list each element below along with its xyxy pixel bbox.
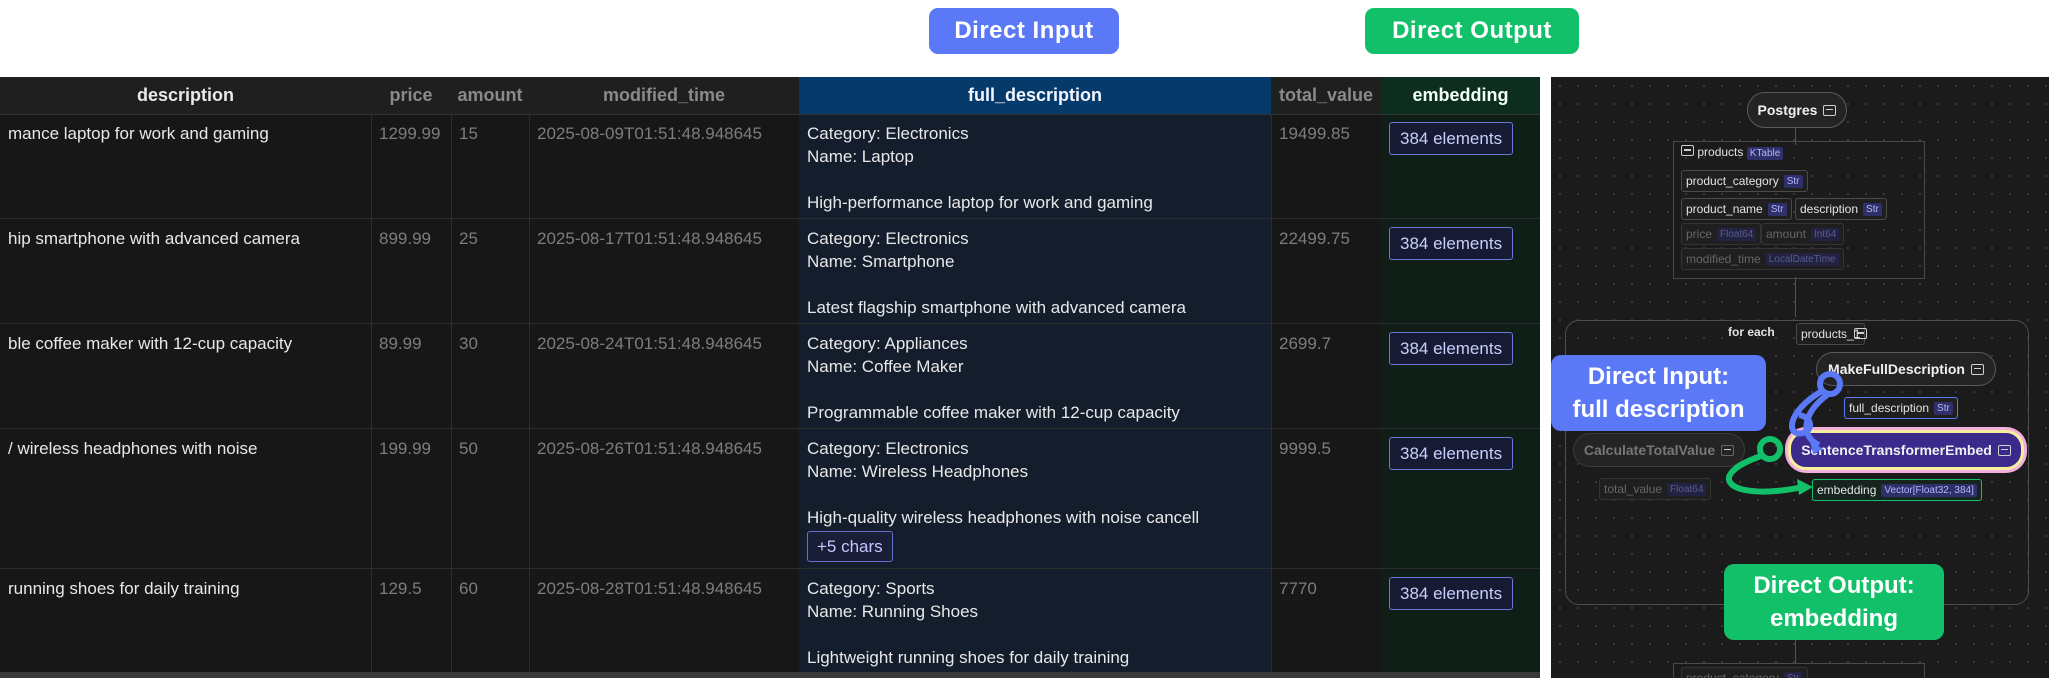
embedding-badge[interactable]: 384 elements bbox=[1389, 332, 1514, 365]
table-cell[interactable]: 2025-08-26T01:51:48.948645 bbox=[529, 429, 799, 569]
expand-chars-button[interactable]: +5 chars bbox=[807, 531, 893, 562]
table-cell[interactable]: running shoes for daily training bbox=[0, 569, 371, 678]
table-cell[interactable]: Category: Appliances Name: Coffee Maker … bbox=[799, 324, 1271, 429]
header-price[interactable]: price bbox=[371, 77, 451, 115]
fd-category: Category: Electronics bbox=[807, 124, 969, 143]
fd-description: High-quality wireless headphones with no… bbox=[807, 508, 1200, 527]
table-cell: 384 elements bbox=[1381, 114, 1540, 219]
fd-name: Name: Running Shoes bbox=[807, 602, 979, 621]
table-cell: 384 elements bbox=[1381, 219, 1540, 324]
table-cell[interactable]: 2699.7 bbox=[1271, 324, 1381, 429]
table-cell[interactable]: 25 bbox=[451, 219, 529, 324]
table-cell[interactable]: 60 bbox=[451, 569, 529, 678]
table-cell[interactable]: 899.99 bbox=[371, 219, 451, 324]
table-cell[interactable]: Category: Electronics Name: Smartphone L… bbox=[799, 219, 1271, 324]
table-cell: 384 elements bbox=[1381, 569, 1540, 678]
fd-name: Name: Smartphone bbox=[807, 252, 955, 271]
table-cell: 384 elements bbox=[1381, 324, 1540, 429]
header-full-description[interactable]: full_description bbox=[799, 77, 1271, 115]
fd-description: Latest flagship smartphone with advanced… bbox=[807, 298, 1186, 317]
callout-direct-input: Direct Input: full description bbox=[1551, 355, 1766, 431]
fd-name: Name: Wireless Headphones bbox=[807, 462, 1029, 481]
table-cell[interactable]: mance laptop for work and gaming bbox=[0, 114, 371, 219]
cell-text: ble coffee maker with 12-cup capacity bbox=[8, 334, 293, 353]
fd-category: Category: Electronics bbox=[807, 229, 969, 248]
table-cell[interactable]: Category: Electronics Name: Laptop High-… bbox=[799, 114, 1271, 219]
embedding-badge[interactable]: 384 elements bbox=[1389, 227, 1514, 260]
cell-text: / wireless headphones with noise bbox=[8, 439, 258, 458]
data-table: description mance laptop for work and ga… bbox=[0, 77, 1540, 678]
table-cell[interactable]: 50 bbox=[451, 429, 529, 569]
horizontal-scrollbar[interactable] bbox=[0, 672, 1540, 678]
column-embedding: embedding 384 elements 384 elements 384 … bbox=[1381, 77, 1540, 678]
table-cell[interactable]: ble coffee maker with 12-cup capacity bbox=[0, 324, 371, 429]
table-cell[interactable]: 7770 bbox=[1271, 569, 1381, 678]
fd-category: Category: Appliances bbox=[807, 334, 968, 353]
table-cell[interactable]: 2025-08-17T01:51:48.948645 bbox=[529, 219, 799, 324]
header-amount[interactable]: amount bbox=[451, 77, 529, 115]
table-cell[interactable]: 30 bbox=[451, 324, 529, 429]
column-full-description: full_description Category: Electronics N… bbox=[799, 77, 1272, 678]
table-cell[interactable]: 129.5 bbox=[371, 569, 451, 678]
header-total-value[interactable]: total_value bbox=[1271, 77, 1381, 115]
callout-line: embedding bbox=[1769, 605, 1898, 632]
column-amount: amount 15 25 30 50 60 bbox=[451, 77, 530, 678]
table-cell[interactable]: 2025-08-28T01:51:48.948645 bbox=[529, 569, 799, 678]
callout-line: Direct Output: bbox=[1753, 572, 1915, 599]
column-price: price 1299.99 899.99 89.99 199.99 129.5 bbox=[371, 77, 452, 678]
table-cell[interactable]: 22499.75 bbox=[1271, 219, 1381, 324]
column-modified-time: modified_time 2025-08-09T01:51:48.948645… bbox=[529, 77, 800, 678]
header-embedding[interactable]: embedding bbox=[1381, 77, 1540, 115]
table-cell[interactable]: 1299.99 bbox=[371, 114, 451, 219]
embedding-badge[interactable]: 384 elements bbox=[1389, 437, 1514, 470]
header-description[interactable]: description bbox=[0, 77, 371, 115]
fd-name: Name: Coffee Maker bbox=[807, 357, 964, 376]
callout-line: Direct Input: bbox=[1587, 363, 1730, 390]
fd-category: Category: Sports bbox=[807, 579, 935, 598]
column-total-value: total_value 19499.85 22499.75 2699.7 999… bbox=[1271, 77, 1382, 678]
flow-graph-panel: Postgres products KTable product_categor… bbox=[1551, 77, 2049, 678]
fd-description: Programmable coffee maker with 12-cup ca… bbox=[807, 403, 1180, 422]
cell-text: running shoes for daily training bbox=[8, 579, 240, 598]
embedding-badge[interactable]: 384 elements bbox=[1389, 577, 1514, 610]
table-cell[interactable]: 15 bbox=[451, 114, 529, 219]
fd-category: Category: Electronics bbox=[807, 439, 969, 458]
table-cell[interactable]: / wireless headphones with noise bbox=[0, 429, 371, 569]
column-description: description mance laptop for work and ga… bbox=[0, 77, 372, 678]
cell-text: hip smartphone with advanced camera bbox=[8, 229, 300, 248]
direct-output-label: Direct Output bbox=[1365, 8, 1579, 54]
table-cell: 384 elements bbox=[1381, 429, 1540, 569]
table-cell[interactable]: 2025-08-24T01:51:48.948645 bbox=[529, 324, 799, 429]
embedding-badge[interactable]: 384 elements bbox=[1389, 122, 1514, 155]
table-cell[interactable]: Category: Electronics Name: Wireless Hea… bbox=[799, 429, 1271, 569]
table-cell[interactable]: hip smartphone with advanced camera bbox=[0, 219, 371, 324]
fd-description: Lightweight running shoes for daily trai… bbox=[807, 648, 1130, 667]
fd-description: High-performance laptop for work and gam… bbox=[807, 193, 1153, 212]
table-cell[interactable]: 9999.5 bbox=[1271, 429, 1381, 569]
header-modified-time[interactable]: modified_time bbox=[529, 77, 799, 115]
table-cell[interactable]: 89.99 bbox=[371, 324, 451, 429]
callout-line: full description bbox=[1572, 396, 1745, 423]
table-cell[interactable]: 2025-08-09T01:51:48.948645 bbox=[529, 114, 799, 219]
fd-name: Name: Laptop bbox=[807, 147, 914, 166]
direct-input-label: Direct Input bbox=[929, 8, 1119, 54]
callout-direct-output: Direct Output: embedding bbox=[1724, 564, 1944, 640]
table-cell[interactable]: 19499.85 bbox=[1271, 114, 1381, 219]
table-cell[interactable]: 199.99 bbox=[371, 429, 451, 569]
table-cell[interactable]: Category: Sports Name: Running Shoes Lig… bbox=[799, 569, 1271, 678]
cell-text: mance laptop for work and gaming bbox=[8, 124, 269, 143]
